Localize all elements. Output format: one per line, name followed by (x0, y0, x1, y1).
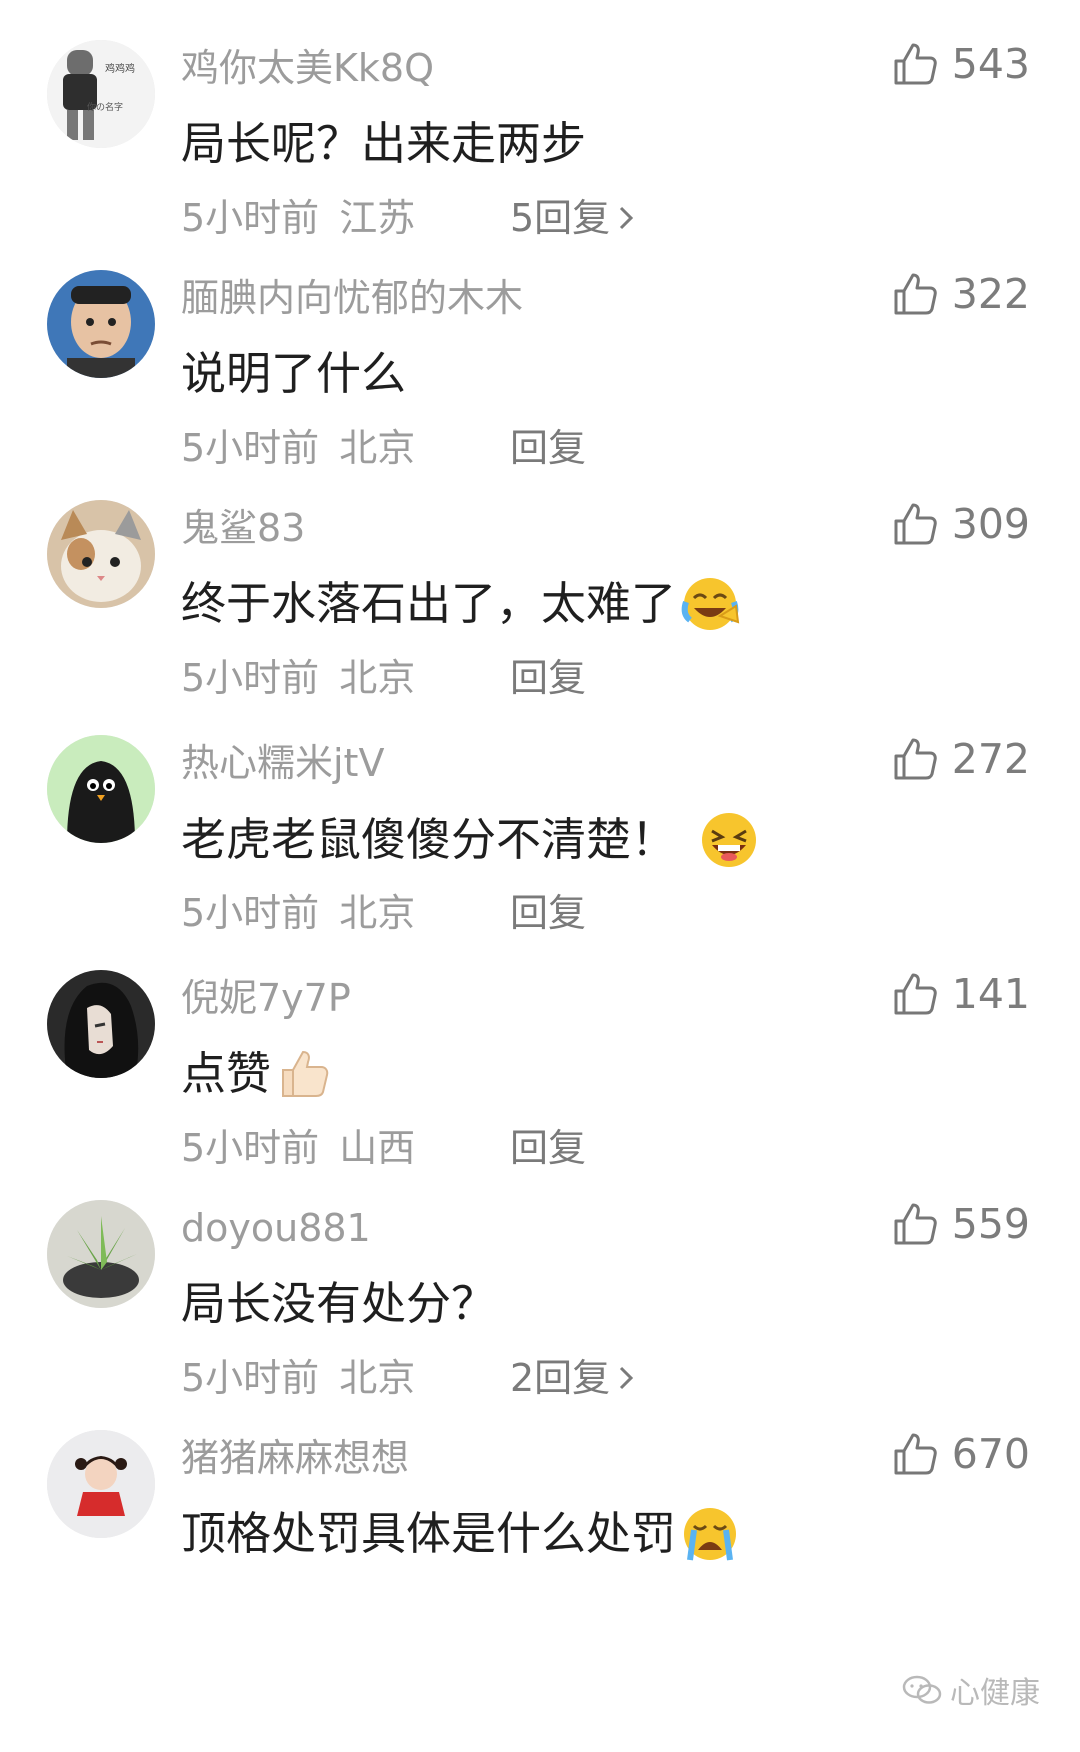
reply-label: 2回复 (510, 1356, 611, 1400)
username[interactable]: 鬼鲨83 (181, 504, 305, 552)
comment-text: 顶格处罚具体是什么处罚 (181, 1506, 740, 1562)
comment-text-content: 局长没有处分？ (181, 1277, 497, 1330)
timestamp: 5小时前 (181, 656, 320, 700)
comment-text-content: 点赞 (181, 1047, 272, 1100)
comment-text-content: 顶格处罚具体是什么处罚 (181, 1507, 677, 1560)
like-button[interactable]: 141 (892, 970, 1030, 1018)
comment-item: 鬼鲨83 终于水落石出了，太难了 5小时前 北京 回复 309 (0, 500, 1080, 758)
comment-text: 局长没有处分？ (181, 1276, 496, 1332)
like-count: 322 (951, 270, 1030, 318)
thumbs-up-icon (894, 503, 937, 545)
comment-item: 猪猪麻麻想想 顶格处罚具体是什么处罚 670 (0, 1430, 1080, 1688)
watermark: 心健康 (902, 1668, 1040, 1712)
like-button[interactable]: 272 (892, 735, 1030, 783)
like-button[interactable]: 670 (892, 1430, 1030, 1478)
thumbs-up-icon (894, 273, 937, 315)
thumbs-up-icon (894, 1203, 937, 1245)
username[interactable]: 倪妮7y7P (181, 974, 351, 1022)
comment-item: 倪妮7y7P 点赞 5小时前 山西 回复 141 (0, 970, 1080, 1228)
laughing-emoji (698, 811, 760, 869)
location: 山西 (339, 1126, 416, 1170)
timestamp: 5小时前 (181, 196, 320, 240)
thumbs-up-icon (894, 1433, 937, 1475)
location: 北京 (339, 656, 416, 700)
username[interactable]: 猪猪麻麻想想 (181, 1434, 409, 1482)
avatar[interactable] (47, 735, 155, 843)
thumbs-up-icon (894, 973, 937, 1015)
avatar[interactable] (47, 500, 155, 608)
thumbs-up-icon (894, 738, 937, 780)
timestamp: 5小时前 (181, 891, 320, 935)
comment-meta: 5小时前 北京 (181, 654, 415, 702)
like-count: 141 (951, 970, 1030, 1018)
crying-laughing-emoji (680, 576, 740, 632)
comment-meta: 5小时前 北京 (181, 1354, 415, 1402)
reply-button[interactable]: 回复 (510, 654, 586, 702)
wechat-icon (902, 1675, 942, 1704)
like-count: 309 (951, 500, 1030, 548)
comment-item: 腼腆内向忧郁的木木 说明了什么 5小时前 北京 回复 322 (0, 270, 1080, 528)
username[interactable]: doyou881 (181, 1204, 371, 1252)
username[interactable]: 热心糯米jtV (181, 739, 384, 787)
comment-text: 终于水落石出了，太难了 (181, 576, 740, 632)
comment-text-content: 说明了什么 (181, 347, 407, 400)
reply-label: 回复 (510, 656, 587, 700)
thumbs-up-icon (894, 43, 937, 85)
thumbs-up-emoji (275, 1046, 331, 1102)
avatar[interactable] (47, 1200, 155, 1308)
reply-label: 回复 (510, 891, 587, 935)
comment-text-content: 终于水落石出了，太难了 (181, 577, 677, 630)
reply-button[interactable]: 回复 (510, 889, 586, 937)
crying-emoji (680, 1506, 740, 1562)
comment-meta: 5小时前 江苏 (181, 194, 415, 242)
reply-button[interactable]: 回复 (510, 424, 586, 472)
avatar[interactable]: 鸡鸡鸡 你の名字 (47, 40, 155, 148)
timestamp: 5小时前 (181, 1356, 320, 1400)
svg-text:你の名字: 你の名字 (87, 101, 123, 113)
comment-text: 点赞 (181, 1046, 331, 1102)
comment-meta: 5小时前 北京 (181, 889, 415, 937)
reply-label: 回复 (510, 1126, 587, 1170)
avatar[interactable] (47, 270, 155, 378)
like-button[interactable]: 309 (892, 500, 1030, 548)
avatar[interactable] (47, 970, 155, 1078)
timestamp: 5小时前 (181, 426, 320, 470)
comment-item: doyou881 局长没有处分？ 5小时前 北京 2回复 559 (0, 1200, 1080, 1458)
chevron-right-icon (618, 194, 634, 242)
username[interactable]: 腼腆内向忧郁的木木 (181, 274, 523, 322)
like-count: 559 (951, 1200, 1030, 1248)
avatar[interactable] (47, 1430, 155, 1538)
reply-button[interactable]: 5回复 (510, 194, 634, 242)
reply-label: 5回复 (510, 196, 611, 240)
like-button[interactable]: 559 (892, 1200, 1030, 1248)
location: 北京 (339, 1356, 416, 1400)
comment-text-content: 老虎老鼠傻傻分不清楚！ (181, 813, 677, 866)
reply-label: 回复 (510, 426, 587, 470)
username[interactable]: 鸡你太美Kk8Q (181, 44, 434, 92)
comment-text: 说明了什么 (181, 346, 406, 402)
watermark-text: 心健康 (950, 1676, 1040, 1711)
comment-meta: 5小时前 山西 (181, 1124, 415, 1172)
like-button[interactable]: 322 (892, 270, 1030, 318)
like-count: 670 (951, 1430, 1030, 1478)
comment-text-content: 局长呢？出来走两步 (181, 117, 587, 170)
comment-meta: 5小时前 北京 (181, 424, 415, 472)
like-button[interactable]: 543 (892, 40, 1030, 88)
location: 江苏 (339, 196, 416, 240)
like-count: 543 (951, 40, 1030, 88)
location: 北京 (339, 891, 416, 935)
svg-text:鸡鸡鸡: 鸡鸡鸡 (105, 62, 135, 75)
comment-item: 鸡鸡鸡 你の名字 鸡你太美Kk8Q 局长呢？出来走两步 5小时前 江苏 5回复 … (0, 40, 1080, 298)
comment-item: 热心糯米jtV 老虎老鼠傻傻分不清楚！ 5小时前 北京 回复 272 (0, 735, 1080, 993)
timestamp: 5小时前 (181, 1126, 320, 1170)
reply-button[interactable]: 回复 (510, 1124, 586, 1172)
comment-text: 局长呢？出来走两步 (181, 116, 586, 172)
location: 北京 (339, 426, 416, 470)
reply-button[interactable]: 2回复 (510, 1354, 634, 1402)
chevron-right-icon (618, 1354, 634, 1402)
comment-text: 老虎老鼠傻傻分不清楚！ (181, 811, 760, 869)
like-count: 272 (951, 735, 1030, 783)
